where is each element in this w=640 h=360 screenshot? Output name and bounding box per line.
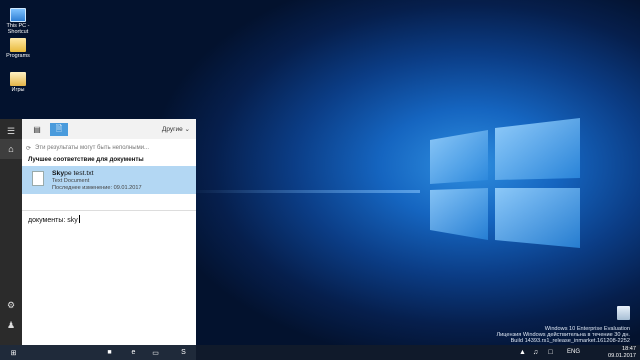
desktop-icon-games[interactable]: Игры	[0, 72, 36, 93]
games-folder-icon	[10, 72, 26, 86]
result-type: Text Document	[52, 178, 90, 184]
notification-icon[interactable]: □	[545, 347, 556, 358]
desktop-icon-label: Programs	[6, 53, 30, 59]
store-icon[interactable]: ■	[104, 347, 115, 358]
sync-icon: ⟳	[26, 145, 32, 152]
search-panel: ☰ ⌂ ⚙ ♟ ▤ 🗎 Другие ⌄ ⟳ Эти результаты мо…	[0, 119, 196, 345]
wallpaper-light-beam	[180, 190, 420, 193]
result-modified: Последнее изменение: 09.01.2017	[52, 185, 142, 191]
hamburger-menu-icon[interactable]: ☰	[0, 121, 22, 141]
search-query-text: документы: sky	[28, 217, 78, 224]
filter-bar: ▤ 🗎 Другие ⌄	[22, 119, 196, 139]
text-caret	[78, 215, 80, 223]
clock[interactable]: 18:47 09.01.2017	[608, 346, 636, 359]
taskbar-search-area[interactable]	[0, 345, 196, 360]
edge-icon[interactable]: e	[128, 347, 139, 358]
incomplete-results-notice[interactable]: ⟳ Эти результаты могут быть неполными...	[26, 141, 194, 155]
watermark-line: Build 14393.rs1_release_inmarket.161208-…	[510, 338, 630, 345]
more-filters-label: Другие	[161, 126, 183, 133]
task-view-icon[interactable]: ▭	[150, 347, 161, 358]
best-match-heading: Лучшее соответствие для документы	[28, 156, 144, 163]
search-results-pane: ▤ 🗎 Другие ⌄ ⟳ Эти результаты могут быть…	[22, 119, 196, 345]
taskbar: ▭ ■ e S ⊞ ▲ ♫ □ ENG 18:47 09.01.2017	[0, 345, 640, 360]
desktop-icon-label: Игры	[11, 87, 25, 93]
documents-filter-icon[interactable]: ▤	[28, 123, 46, 136]
windows-logo-wallpaper	[400, 118, 590, 248]
evaluation-watermark: Windows 10 Enterprise Evaluation Лицензи…	[496, 326, 630, 345]
clock-date: 09.01.2017	[608, 352, 636, 359]
recycle-bin-desktop-icon[interactable]	[612, 306, 634, 328]
desktop-icon-this-pc[interactable]: This PC - Shortcut	[0, 8, 36, 35]
more-filters-dropdown[interactable]: Другие ⌄	[162, 125, 190, 133]
settings-gear-icon[interactable]: ⚙	[0, 295, 22, 315]
search-input[interactable]: документы: sky	[22, 210, 196, 226]
text-document-icon	[32, 171, 44, 186]
chevron-down-icon: ⌄	[184, 126, 190, 133]
skype-icon[interactable]: S	[178, 347, 189, 358]
start-icon[interactable]: ⊞	[8, 347, 19, 358]
feedback-person-icon[interactable]: ♟	[0, 315, 22, 335]
desktop-icon-programs[interactable]: Programs	[0, 38, 36, 59]
desktop-icon-label: This PC - Shortcut	[6, 23, 30, 35]
folder-icon	[10, 38, 26, 52]
volume-icon[interactable]: ♫	[530, 347, 541, 358]
file-filter-icon[interactable]: 🗎	[50, 123, 68, 136]
best-match-result[interactable]: Skype test.txt Text Document Последнее и…	[22, 166, 196, 194]
start-rail: ☰ ⌂ ⚙ ♟	[0, 119, 22, 345]
language-indicator[interactable]: ENG	[567, 349, 580, 355]
home-icon[interactable]: ⌂	[0, 139, 22, 159]
recycle-bin-icon	[616, 306, 630, 320]
network-icon[interactable]: ▲	[517, 347, 528, 358]
result-title: Skype test.txt	[52, 170, 94, 177]
notice-text: Эти результаты могут быть неполными...	[35, 145, 150, 151]
computer-icon	[10, 8, 26, 22]
